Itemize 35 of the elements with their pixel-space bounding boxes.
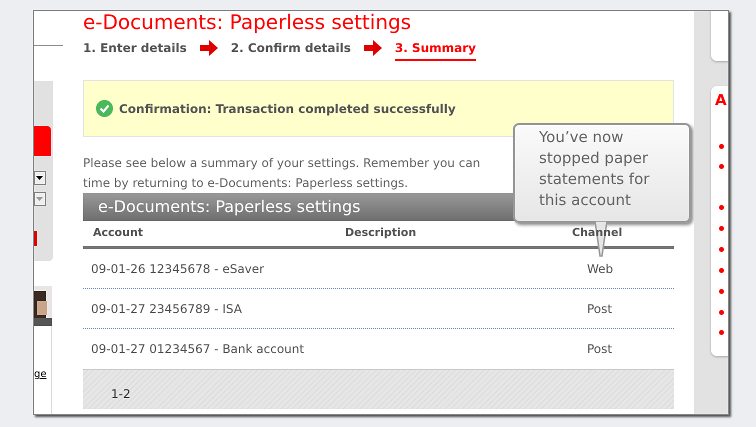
bullet-icon (719, 247, 724, 252)
confirmation-text: Confirmation: Transaction completed successfully (119, 100, 456, 118)
link[interactable]: ge (34, 367, 46, 382)
table-cell-text: Web (587, 260, 614, 278)
table-cell-text: 09-01-27 01234567 - Bank account (90, 341, 306, 358)
arrow-icon (362, 39, 383, 57)
dropdown-field[interactable] (34, 171, 46, 185)
bullet-icon (719, 330, 724, 335)
table-cell-text: Post (587, 341, 612, 358)
table-cell-text: 09-01-26 12345678 - eSaver (90, 260, 266, 278)
column-header: Description (345, 225, 418, 242)
page-range: 1-2 (111, 386, 131, 403)
bullet-icon (719, 310, 724, 315)
table-cell-text: Post (587, 300, 612, 318)
bullet-icon (719, 164, 724, 169)
table-cell-text: 09-01-27 23456789 - ISA (90, 300, 243, 318)
banner (34, 126, 51, 156)
check-icon (96, 100, 113, 117)
bullet-icon (719, 205, 724, 210)
page-title: e-Documents: Paperless settings (83, 11, 412, 34)
column-header: Account (92, 225, 144, 242)
bullet-icon (719, 144, 724, 149)
arrow-icon (198, 39, 219, 57)
step-tab[interactable]: 1. Enter details (83, 39, 187, 57)
bullet-icon (719, 226, 724, 231)
step-tab[interactable]: 2. Confirm details (230, 39, 351, 57)
bullet-icon (719, 268, 724, 273)
step-tab[interactable]: 3. Summary (394, 39, 476, 61)
panel-heading: A (714, 90, 727, 110)
caret-icon (36, 197, 43, 201)
intro-text: Please see below a summary of your settings. Remember you can (83, 155, 480, 172)
dropdown-field[interactable] (34, 192, 46, 206)
intro-text: time by returning to e-Documents: Paperless settings. (83, 175, 408, 192)
bullet-icon (719, 289, 724, 294)
caret-icon (36, 176, 43, 180)
